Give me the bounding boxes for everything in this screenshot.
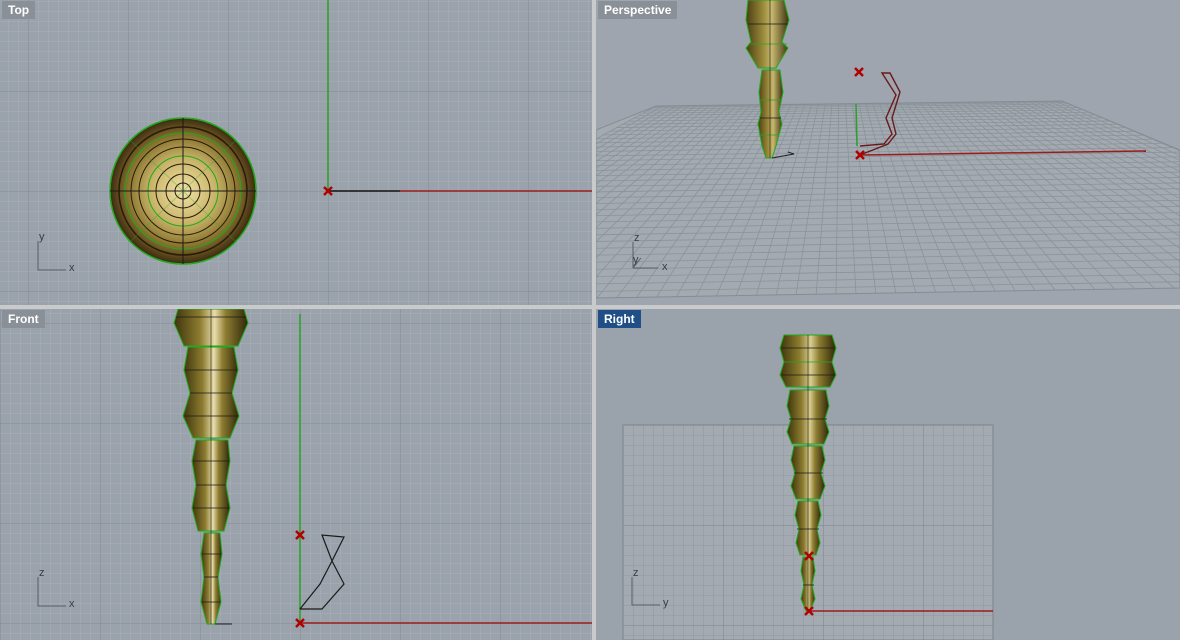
viewport-right[interactable]: Right z y (596, 309, 1180, 640)
viewport-label-front[interactable]: Front (2, 310, 45, 328)
axis-label-x: x (662, 261, 668, 273)
object-top-view[interactable] (109, 117, 257, 265)
viewport-top[interactable]: Top y x (0, 0, 592, 305)
viewport-perspective[interactable]: Perspective z y x (596, 0, 1180, 305)
viewport-front[interactable]: Front z x (0, 309, 592, 640)
viewport-label-top[interactable]: Top (2, 1, 36, 19)
viewport-right-canvas[interactable]: z y (596, 309, 1180, 640)
axis-label-z: z (39, 567, 45, 579)
viewport-front-canvas[interactable]: z x (0, 309, 592, 640)
axis-label-x: x (69, 598, 75, 610)
axis-label-y: y (39, 231, 45, 243)
axis-label-x: x (69, 262, 75, 274)
axis-label-y: y (663, 597, 669, 609)
axis-label-z: z (634, 232, 640, 244)
viewport-label-right[interactable]: Right (598, 310, 641, 328)
axis-label-y: y (633, 254, 639, 266)
y-axis-line (855, 103, 858, 147)
axis-label-z: z (633, 567, 639, 579)
viewport-perspective-canvas[interactable]: z y x (596, 0, 1180, 305)
viewport-label-perspective[interactable]: Perspective (598, 1, 678, 19)
viewport-top-canvas[interactable]: y x (0, 0, 592, 305)
